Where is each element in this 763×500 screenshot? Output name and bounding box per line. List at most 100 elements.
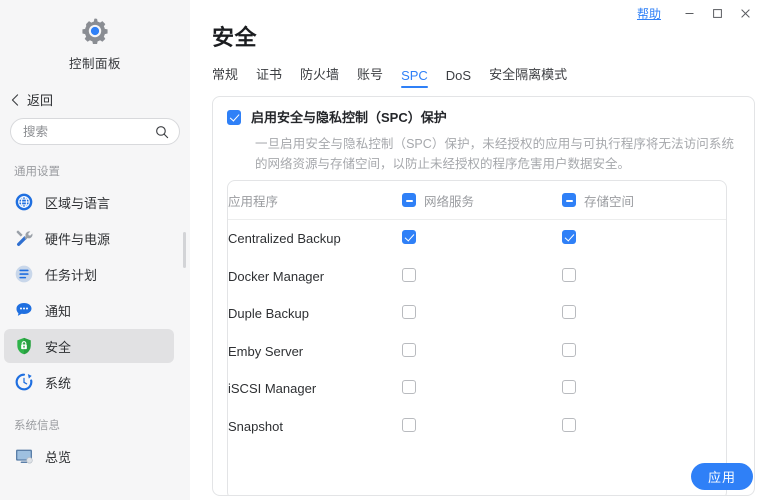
network-cell [402, 220, 562, 258]
storage-cell [562, 258, 726, 296]
app-name: Docker Manager [228, 258, 402, 296]
sidebar: 控制面板 返回 通用设置 [0, 0, 190, 500]
network-checkbox[interactable] [402, 343, 416, 357]
storage-checkbox[interactable] [562, 230, 576, 244]
sidebar-item-label: 系统 [45, 373, 71, 392]
close-icon [740, 8, 751, 19]
spc-description: 一旦启用安全与隐私控制（SPC）保护，未经授权的应用与可执行程序将无法访问系统的… [255, 134, 734, 174]
app-name: Centralized Backup [228, 220, 402, 258]
network-checkbox[interactable] [402, 230, 416, 244]
tab-dos[interactable]: DoS [446, 68, 471, 88]
table-header: 应用程序 网络服务 存储空间 [228, 181, 726, 220]
sidebar-item-notification[interactable]: 通知 [4, 293, 174, 327]
maximize-icon [712, 8, 723, 19]
storage-cell [562, 408, 726, 446]
minimize-icon [684, 8, 695, 19]
network-cell [402, 333, 562, 371]
window-titlebar: 帮助 [637, 0, 763, 26]
spc-app-table-card: 应用程序 网络服务 存储空间 [227, 180, 727, 496]
nav-group-label-system-info: 系统信息 [14, 417, 190, 433]
sidebar-item-label: 硬件与电源 [45, 229, 110, 248]
tab-isolation-mode[interactable]: 安全隔离模式 [489, 64, 567, 88]
search-icon[interactable] [155, 125, 169, 139]
storage-cell [562, 333, 726, 371]
column-header-network-label: 网络服务 [424, 191, 474, 210]
table-row: Docker Manager [228, 258, 726, 296]
sidebar-item-label: 通知 [45, 301, 71, 320]
sidebar-item-label: 任务计划 [45, 265, 97, 284]
maximize-button[interactable] [703, 2, 731, 24]
help-link[interactable]: 帮助 [637, 5, 661, 22]
control-panel-title: 控制面板 [0, 53, 190, 72]
tab-bar: 常规 证书 防火墙 账号 SPC DoS 安全隔离模式 [212, 64, 763, 88]
table-row: iSCSI Manager [228, 370, 726, 408]
storage-cell [562, 370, 726, 408]
tab-firewall[interactable]: 防火墙 [300, 64, 339, 88]
sidebar-item-region-language[interactable]: 区域与语言 [4, 185, 174, 219]
network-cell [402, 370, 562, 408]
back-button[interactable]: 返回 [10, 90, 190, 109]
apply-button[interactable]: 应用 [691, 463, 753, 490]
main-content: 帮助 安全 常规 证书 防火墙 账号 [190, 0, 763, 500]
select-all-storage-checkbox[interactable] [562, 193, 576, 207]
sidebar-item-label: 区域与语言 [45, 193, 110, 212]
storage-checkbox[interactable] [562, 268, 576, 282]
table-row: Snapshot [228, 408, 726, 446]
storage-checkbox[interactable] [562, 305, 576, 319]
app-name: iSCSI Manager [228, 370, 402, 408]
minimize-button[interactable] [675, 2, 703, 24]
sidebar-item-overview[interactable]: 总览 [4, 439, 174, 473]
column-header-storage: 存储空间 [562, 181, 726, 220]
storage-checkbox[interactable] [562, 343, 576, 357]
table-row: Emby Server [228, 333, 726, 371]
select-all-network-checkbox[interactable] [402, 193, 416, 207]
spc-enable-label: 启用安全与隐私控制（SPC）保护 [251, 110, 447, 126]
list-icon [14, 264, 34, 284]
table-body: Centralized Backup Docker Manager Duple … [228, 220, 726, 446]
app-name: Snapshot [228, 408, 402, 446]
sidebar-scrollbar[interactable] [183, 232, 186, 268]
back-label: 返回 [27, 90, 53, 109]
table-header-row: 应用程序 网络服务 存储空间 [228, 181, 726, 220]
column-header-network: 网络服务 [402, 181, 562, 220]
sidebar-item-security[interactable]: 安全 [4, 329, 174, 363]
search-input[interactable] [23, 125, 155, 139]
nav-group-label-general: 通用设置 [14, 163, 190, 179]
column-header-app: 应用程序 [228, 181, 402, 220]
network-checkbox[interactable] [402, 305, 416, 319]
spc-settings-card: 启用安全与隐私控制（SPC）保护 一旦启用安全与隐私控制（SPC）保护，未经授权… [212, 96, 755, 496]
sidebar-item-task-scheduler[interactable]: 任务计划 [4, 257, 174, 291]
tab-general[interactable]: 常规 [212, 64, 238, 88]
spc-app-table: 应用程序 网络服务 存储空间 [228, 181, 726, 445]
search-box[interactable] [10, 118, 180, 145]
tools-icon [14, 228, 34, 248]
network-cell [402, 295, 562, 333]
control-panel-window: 控制面板 返回 通用设置 [0, 0, 763, 500]
refresh-clock-icon [14, 372, 34, 392]
tab-certificate[interactable]: 证书 [256, 64, 282, 88]
globe-icon [14, 192, 34, 212]
network-checkbox[interactable] [402, 418, 416, 432]
column-header-storage-label: 存储空间 [584, 191, 634, 210]
sidebar-item-system[interactable]: 系统 [4, 365, 174, 399]
sidebar-item-label: 安全 [45, 337, 71, 356]
chat-bubble-icon [14, 300, 34, 320]
network-cell [402, 258, 562, 296]
app-name: Emby Server [228, 333, 402, 371]
sidebar-item-hardware-power[interactable]: 硬件与电源 [4, 221, 174, 255]
storage-cell [562, 220, 726, 258]
tab-spc[interactable]: SPC [401, 68, 428, 88]
sidebar-item-label: 总览 [45, 447, 71, 466]
spc-enable-row: 启用安全与隐私控制（SPC）保护 [213, 97, 754, 126]
table-row: Duple Backup [228, 295, 726, 333]
close-button[interactable] [731, 2, 759, 24]
storage-checkbox[interactable] [562, 418, 576, 432]
spc-enable-checkbox[interactable] [227, 110, 241, 125]
tab-account[interactable]: 账号 [357, 64, 383, 88]
network-checkbox[interactable] [402, 380, 416, 394]
storage-checkbox[interactable] [562, 380, 576, 394]
storage-cell [562, 295, 726, 333]
monitor-icon [14, 446, 34, 466]
chevron-left-icon [10, 94, 20, 106]
network-checkbox[interactable] [402, 268, 416, 282]
